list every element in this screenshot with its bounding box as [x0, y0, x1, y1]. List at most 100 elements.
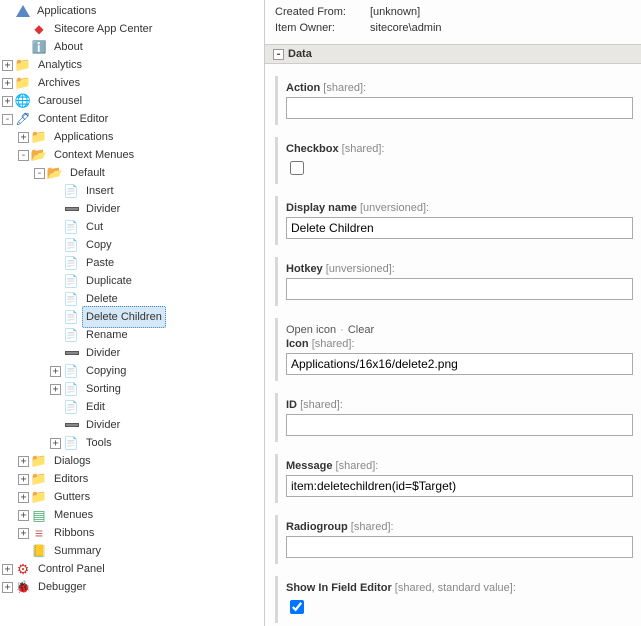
expand-toggle[interactable]: +	[18, 510, 29, 521]
field-mod: [shared]:	[312, 338, 355, 350]
document-icon	[63, 309, 79, 325]
expand-toggle[interactable]: +	[18, 132, 29, 143]
field-mod: [shared]:	[323, 82, 366, 94]
open-icon-link[interactable]: Open icon	[286, 324, 336, 336]
item-owner-label: Item Owner:	[275, 22, 360, 34]
collapse-toggle[interactable]: -	[2, 114, 13, 125]
expand-toggle[interactable]: +	[2, 582, 13, 593]
field-name: Action	[286, 82, 320, 94]
expand-toggle[interactable]: +	[50, 384, 61, 395]
field-name: Hotkey	[286, 263, 323, 275]
created-from-value: [unknown]	[370, 6, 420, 18]
menus-icon	[31, 507, 47, 523]
field-mod: [shared, standard value]:	[395, 582, 516, 594]
id-input[interactable]	[286, 414, 633, 436]
field-mod: [shared]:	[300, 399, 343, 411]
tree-item-about[interactable]: About	[18, 38, 264, 56]
spacer	[18, 42, 29, 53]
field-message: Message [shared]:	[275, 454, 641, 503]
expand-toggle[interactable]: +	[50, 366, 61, 377]
divider-icon	[63, 417, 79, 433]
ribbons-icon	[31, 525, 47, 541]
expand-toggle[interactable]: +	[2, 60, 13, 71]
checkbox-input[interactable]	[290, 161, 304, 175]
created-from-label: Created From:	[275, 6, 360, 18]
editor-pane: Created From:[unknown] Item Owner:siteco…	[265, 0, 641, 626]
section-title: Data	[288, 48, 312, 60]
expand-toggle[interactable]: +	[2, 96, 13, 107]
field-checkbox: Checkbox [shared]:	[275, 137, 641, 184]
tree-label: Carousel	[34, 93, 86, 109]
folder-icon	[31, 471, 47, 487]
expand-toggle[interactable]: +	[18, 456, 29, 467]
expand-toggle[interactable]: +	[18, 492, 29, 503]
collapse-toggle[interactable]: -	[273, 49, 284, 60]
collapse-toggle[interactable]: -	[34, 168, 45, 179]
folder-icon	[31, 129, 47, 145]
folder-open-icon	[47, 165, 63, 181]
document-icon	[63, 183, 79, 199]
tree-item-content-editor[interactable]: - Content Editor	[2, 110, 264, 128]
expand-toggle[interactable]: +	[2, 78, 13, 89]
field-name: Show In Field Editor	[286, 582, 392, 594]
control-panel-icon	[15, 561, 31, 577]
bug-icon	[15, 579, 31, 595]
tree-label: About	[50, 36, 87, 58]
field-mod: [unversioned]:	[326, 263, 395, 275]
tree-pane: Applications Sitecore App Center About +…	[0, 0, 265, 626]
field-mod: [shared]:	[342, 143, 385, 155]
section-header-data[interactable]: - Data	[265, 44, 641, 64]
expand-toggle[interactable]: +	[50, 438, 61, 449]
tree-item-context-menues[interactable]: - Context Menues	[18, 146, 264, 164]
document-icon	[63, 291, 79, 307]
action-input[interactable]	[286, 97, 633, 119]
document-icon	[63, 363, 79, 379]
folder-icon	[31, 453, 47, 469]
field-hotkey: Hotkey [unversioned]:	[275, 257, 641, 306]
field-icon: Open icon·Clear Icon [shared]:	[275, 318, 641, 381]
radiogroup-input[interactable]	[286, 536, 633, 558]
collapse-toggle[interactable]: -	[18, 150, 29, 161]
spacer	[2, 6, 13, 17]
document-icon	[63, 399, 79, 415]
message-input[interactable]	[286, 475, 633, 497]
divider-icon	[63, 201, 79, 217]
tree-item-analytics[interactable]: + Analytics	[2, 56, 264, 74]
display-name-input[interactable]	[286, 217, 633, 239]
sitecore-icon	[31, 21, 47, 37]
field-radiogroup: Radiogroup [shared]:	[275, 515, 641, 564]
clear-icon-link[interactable]: Clear	[348, 324, 374, 336]
expand-toggle[interactable]: +	[18, 528, 29, 539]
folder-open-icon	[31, 147, 47, 163]
tree-item-control-panel[interactable]: + Control Panel	[2, 560, 264, 578]
expand-toggle[interactable]: +	[18, 474, 29, 485]
field-name: Checkbox	[286, 143, 339, 155]
tree-label: Analytics	[34, 57, 86, 73]
document-icon	[63, 435, 79, 451]
document-icon	[63, 381, 79, 397]
expand-toggle[interactable]: +	[2, 564, 13, 575]
hotkey-input[interactable]	[286, 278, 633, 300]
field-mod: [shared]:	[351, 521, 394, 533]
tree-label: Control Panel	[34, 561, 109, 577]
folder-icon	[15, 57, 31, 73]
field-name: Display name	[286, 202, 357, 214]
field-name: ID	[286, 399, 297, 411]
icon-input[interactable]	[286, 353, 633, 375]
document-icon	[63, 255, 79, 271]
tree-item-summary[interactable]: Summary	[18, 542, 264, 560]
spacer	[18, 24, 29, 35]
tree-label: Summary	[50, 540, 105, 562]
tree-item-archives[interactable]: + Archives	[2, 74, 264, 92]
field-display-name: Display name [unversioned]:	[275, 196, 641, 245]
tree-item-default[interactable]: - Default	[34, 164, 264, 182]
section-body: Action [shared]: Checkbox [shared]: Disp…	[265, 64, 641, 626]
tree-item-debugger[interactable]: +Debugger	[2, 578, 264, 596]
field-action: Action [shared]:	[275, 76, 641, 125]
document-icon	[63, 327, 79, 343]
info-icon	[31, 39, 47, 55]
document-icon	[63, 237, 79, 253]
summary-icon	[31, 543, 47, 559]
show-in-field-editor-input[interactable]	[290, 600, 304, 614]
field-name: Radiogroup	[286, 521, 348, 533]
